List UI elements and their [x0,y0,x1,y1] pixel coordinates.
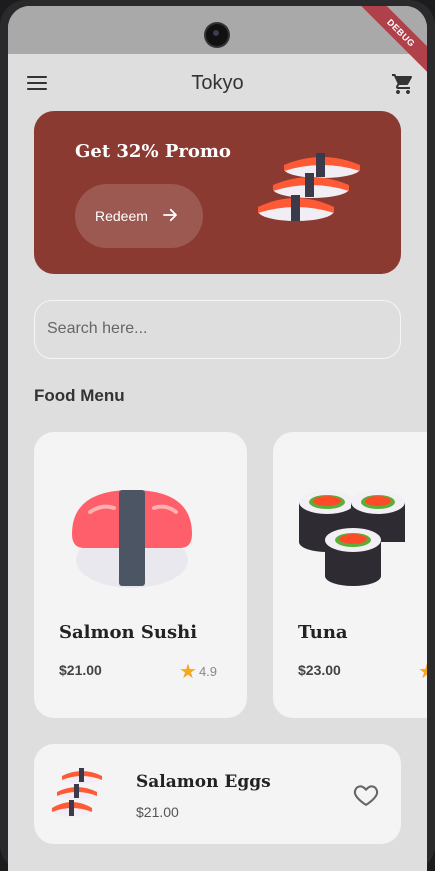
food-menu-title: Food Menu [34,386,125,405]
food-name: Tuna [298,622,348,643]
sushi-stack-image [258,153,360,221]
salmon-eggs-image [52,768,102,817]
favorite-name: Salamon Eggs [136,772,271,792]
food-card-salmon-sushi[interactable]: Salmon Sushi $21.00 ★ 4.9 [34,432,247,718]
search-placeholder: Search here... [47,320,148,337]
promo-title: Get 32% Promo [75,141,231,162]
food-rating: ★ 4.9 [179,659,217,684]
heart-icon[interactable] [352,781,380,809]
app-screen: DEBUG Tokyo Get 32% Promo Redeem Search … [8,6,427,871]
food-rating: ★ [418,659,427,684]
star-icon: ★ [179,661,197,683]
redeem-label: Redeem [95,208,148,224]
page-title: Tokyo [191,72,244,94]
salmon-sushi-image [72,490,192,588]
food-price: $23.00 [298,662,341,678]
phone-frame: DEBUG Tokyo Get 32% Promo Redeem Search … [0,0,435,871]
food-price: $21.00 [59,662,102,678]
search-input[interactable]: Search here... [34,300,401,359]
arrow-right-icon [163,208,177,222]
status-bar [8,6,427,54]
redeem-button[interactable]: Redeem [75,184,203,248]
camera-icon [206,24,228,46]
food-card-tuna[interactable]: Tuna $23.00 ★ [273,432,427,718]
rating-value: 4.9 [198,664,218,679]
star-icon: ★ [418,661,427,683]
favorite-item[interactable]: Salamon Eggs $21.00 [34,744,401,844]
food-name: Salmon Sushi [59,622,198,643]
tuna-roll-image [299,490,405,586]
cart-icon[interactable] [391,72,415,96]
promo-banner: Get 32% Promo Redeem [34,111,401,274]
app-bar: Tokyo [8,54,427,114]
favorite-price: $21.00 [136,804,179,820]
